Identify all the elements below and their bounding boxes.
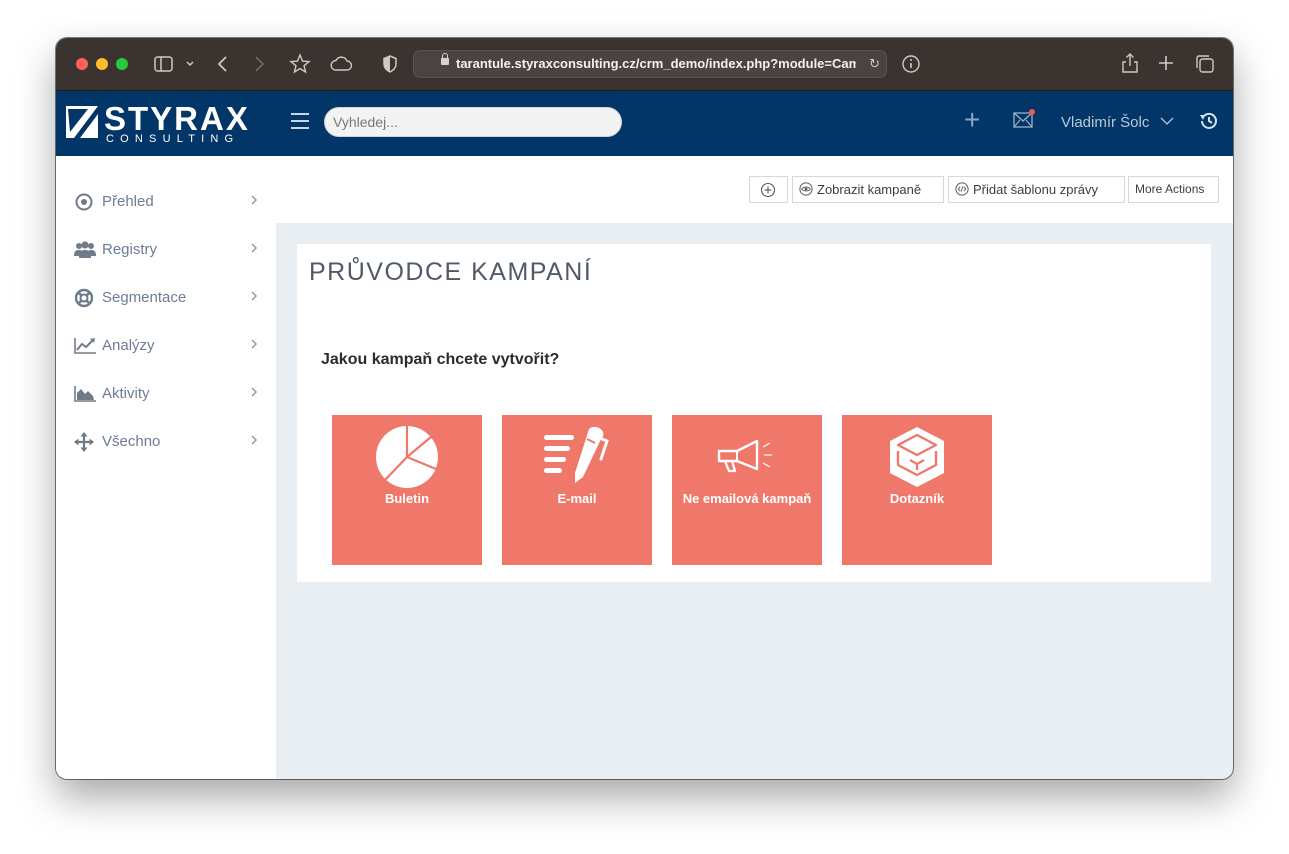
close-window-button[interactable] xyxy=(76,58,88,70)
move-arrows-icon xyxy=(74,432,94,452)
sidebar: Přehled Registry Segmentace Analýzy Akti… xyxy=(56,156,276,779)
browser-window: tarantule.styraxconsulting.cz/crm_demo/i… xyxy=(56,38,1233,779)
area-chart-icon xyxy=(74,386,96,402)
page-title: PRŮVODCE KAMPANÍ xyxy=(309,258,593,286)
tile-buletin[interactable]: Buletin xyxy=(332,415,482,565)
tile-email[interactable]: E-mail xyxy=(502,415,652,565)
chevron-right-icon xyxy=(251,291,257,301)
app-header: STYRAX CONSULTING + Vladimír Šolc xyxy=(56,91,1233,156)
chevron-right-icon xyxy=(251,243,257,253)
sidebar-item-label: Aktivity xyxy=(102,385,150,402)
line-chart-icon xyxy=(74,338,96,354)
eye-icon xyxy=(799,182,813,196)
sidebar-item-label: Přehled xyxy=(102,193,154,210)
maximize-window-button[interactable] xyxy=(116,58,128,70)
tile-label: E-mail xyxy=(557,491,597,506)
info-icon[interactable] xyxy=(900,53,922,75)
logo-wordmark: STYRAX xyxy=(104,100,250,137)
chevron-down-icon[interactable] xyxy=(184,60,196,68)
sidebar-item-prehled[interactable]: Přehled xyxy=(56,182,276,222)
minimize-window-button[interactable] xyxy=(96,58,108,70)
notification-dot xyxy=(1029,109,1035,115)
user-menu[interactable]: Vladimír Šolc xyxy=(1061,113,1174,133)
sidebar-item-aktivity[interactable]: Aktivity xyxy=(56,374,276,414)
chevron-right-icon xyxy=(251,387,257,397)
code-icon xyxy=(955,182,969,196)
quick-create-plus-icon[interactable]: + xyxy=(964,105,980,135)
tile-label: Dotazník xyxy=(889,491,945,506)
add-button[interactable] xyxy=(749,176,788,203)
sidebar-item-vsechno[interactable]: Všechno xyxy=(56,422,276,462)
tile-label: Ne emailová kampaň xyxy=(682,491,812,506)
box-icon xyxy=(890,427,944,487)
more-actions-button[interactable]: More Actions xyxy=(1128,176,1219,203)
address-bar[interactable]: tarantule.styraxconsulting.cz/crm_demo/i… xyxy=(413,50,887,78)
show-campaigns-button[interactable]: Zobrazit kampaně xyxy=(792,176,944,203)
sidebar-item-label: Všechno xyxy=(102,433,161,450)
tile-label: Buletin xyxy=(384,491,430,506)
sidebar-item-label: Analýzy xyxy=(102,337,155,354)
new-tab-icon[interactable] xyxy=(1156,53,1176,73)
target-icon xyxy=(75,193,93,211)
campaign-wizard-panel: PRŮVODCE KAMPANÍ Jakou kampaň chcete vyt… xyxy=(297,244,1211,582)
wizard-question: Jakou kampaň chcete vytvořit? xyxy=(321,351,560,368)
history-icon[interactable] xyxy=(1199,111,1219,131)
menu-toggle-icon[interactable] xyxy=(291,113,309,129)
users-icon xyxy=(74,241,96,258)
lock-icon xyxy=(441,53,449,65)
sidebar-item-segmentace[interactable]: Segmentace xyxy=(56,278,276,318)
pen-lines-icon xyxy=(544,426,609,483)
show-campaigns-label: Zobrazit kampaně xyxy=(817,182,922,197)
chevron-down-icon xyxy=(1160,117,1173,125)
cloud-icon[interactable] xyxy=(328,55,354,73)
forward-icon[interactable] xyxy=(252,54,266,74)
sidebar-item-label: Registry xyxy=(102,241,158,258)
sidebar-toggle-icon[interactable] xyxy=(153,54,175,74)
add-template-button[interactable]: Přidat šablonu zprávy xyxy=(948,176,1125,203)
user-name: Vladimír Šolc xyxy=(1061,114,1150,131)
reload-icon[interactable]: ↻ xyxy=(869,51,880,77)
mail-icon[interactable] xyxy=(1013,109,1035,128)
star-icon[interactable] xyxy=(289,53,311,75)
chevron-right-icon xyxy=(251,435,257,445)
chevron-right-icon xyxy=(251,339,257,349)
sidebar-item-analyzy[interactable]: Analýzy xyxy=(56,326,276,366)
lifebuoy-icon xyxy=(74,288,94,308)
chevron-right-icon xyxy=(251,195,257,205)
styrax-logo[interactable]: STYRAX CONSULTING xyxy=(66,100,266,145)
logo-subtitle: CONSULTING xyxy=(106,133,240,145)
shield-icon[interactable] xyxy=(382,54,398,74)
logo-mark-icon xyxy=(66,106,98,138)
share-icon[interactable] xyxy=(1120,51,1140,75)
sidebar-item-label: Segmentace xyxy=(102,289,187,306)
tab-overview-icon[interactable] xyxy=(1194,53,1216,75)
sidebar-item-registry[interactable]: Registry xyxy=(56,230,276,270)
action-toolbar: Zobrazit kampaně Přidat šablonu zprávy M… xyxy=(276,156,1233,223)
megaphone-icon xyxy=(717,439,772,473)
search-input[interactable] xyxy=(324,107,622,137)
back-icon[interactable] xyxy=(216,54,230,74)
tile-dotaznik[interactable]: Dotazník xyxy=(842,415,992,565)
pie-chart-icon xyxy=(376,426,438,488)
browser-toolbar: tarantule.styraxconsulting.cz/crm_demo/i… xyxy=(56,38,1233,91)
add-circle-icon xyxy=(760,182,776,198)
add-template-label: Přidat šablonu zprávy xyxy=(973,182,1099,197)
url-text: tarantule.styraxconsulting.cz/crm_demo/i… xyxy=(456,56,856,71)
tile-non-email-campaign[interactable]: Ne emailová kampaň xyxy=(672,415,822,565)
